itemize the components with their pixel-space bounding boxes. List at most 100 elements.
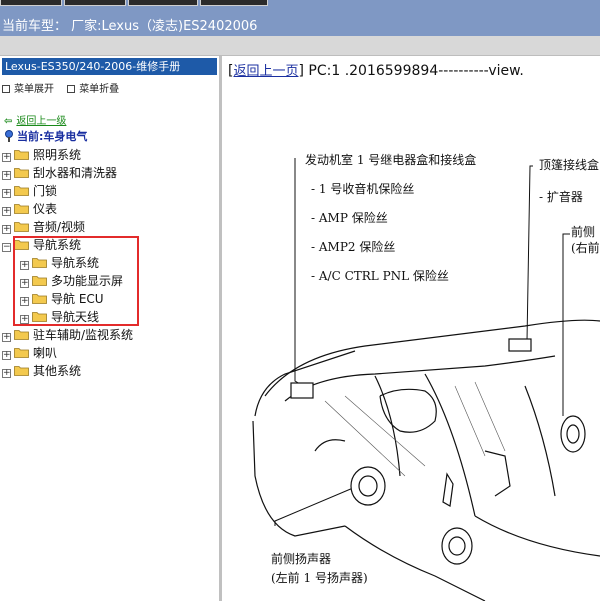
tree-item-label: 音频/视频	[33, 220, 86, 234]
tree-child-item[interactable]: + 多功能显示屏	[2, 272, 217, 290]
car-diagram	[252, 158, 600, 601]
tree-item-label: 多功能显示屏	[51, 274, 124, 288]
expand-node-icon[interactable]: +	[2, 369, 11, 378]
current-section: 当前:车身电气	[4, 128, 87, 144]
tweeter-component	[442, 472, 454, 507]
navigation-pane: Lexus-ES350/240-2006-维修手册 菜单展开 菜单折叠 ⇦ 返回上…	[0, 56, 222, 601]
expand-node-icon[interactable]: +	[2, 171, 11, 180]
current-section-label: 当前:车身电气	[17, 130, 88, 143]
leader-line	[562, 233, 570, 416]
tree-item[interactable]: + 仪表	[2, 200, 217, 218]
folder-icon	[32, 258, 47, 268]
callout-relay-box: 发动机室 1 号继电器盒和接线盒	[305, 153, 477, 167]
tree-item[interactable]: + 音频/视频	[2, 218, 217, 236]
tree-item-label: 照明系统	[33, 148, 82, 162]
tree-item[interactable]: + 其他系统	[2, 362, 217, 380]
tree-item[interactable]: − 导航系统	[2, 236, 217, 254]
callout-item: - 1 号收音机保险丝	[311, 182, 415, 196]
current-model-label: 当前车型： 厂家:Lexus（凌志)ES2402006	[2, 19, 258, 34]
tree-item-label: 导航系统	[33, 238, 82, 252]
leader-line	[294, 158, 304, 387]
tree-item-label: 其他系统	[33, 364, 82, 378]
expand-node-icon[interactable]: +	[20, 279, 29, 288]
tree-item-label: 导航 ECU	[51, 292, 104, 306]
expand-node-icon[interactable]: +	[20, 297, 29, 306]
tree-child-item[interactable]: + 导航 ECU	[2, 290, 217, 308]
leader-line	[274, 487, 354, 526]
tree-item-label: 仪表	[33, 202, 58, 216]
collapse-menu-button[interactable]: 菜单折叠	[67, 84, 119, 95]
car-sill	[474, 515, 600, 557]
folder-icon	[14, 186, 29, 196]
leader-line	[520, 165, 533, 347]
car-console	[484, 450, 511, 497]
callout-item: - A/C CTRL PNL 保险丝	[311, 269, 449, 283]
callout-roof-junction: 顶篷接线盒	[539, 158, 600, 172]
car-fender	[314, 439, 346, 452]
top-bar: 当前车型： 厂家:Lexus（凌志)ES2402006	[0, 0, 600, 36]
manual-title: Lexus-ES350/240-2006-维修手册	[2, 58, 217, 75]
callout-front-right-1: 前侧	[571, 225, 596, 239]
folder-icon	[14, 168, 29, 178]
expand-node-icon[interactable]: +	[2, 207, 11, 216]
callout-front-right-2: (右前	[571, 241, 600, 255]
expand-menu-button[interactable]: 菜单展开	[2, 84, 54, 95]
expand-icon	[2, 85, 10, 93]
tree-item-label: 驻车辅助/监视系统	[33, 328, 134, 342]
back-up-link[interactable]: 返回上一级	[16, 116, 66, 127]
folder-icon	[32, 312, 47, 322]
tree-item-label: 导航天线	[51, 310, 100, 324]
folder-icon	[14, 222, 29, 232]
folder-icon	[32, 276, 47, 286]
tree-item-label: 导航系统	[51, 256, 100, 270]
expand-node-icon[interactable]: +	[2, 189, 11, 198]
toolbar-tab[interactable]	[0, 0, 62, 6]
toolbar-tab[interactable]	[64, 0, 126, 6]
callout-item: - AMP 保险丝	[311, 211, 388, 225]
folder-icon	[14, 366, 29, 376]
folder-icon	[14, 204, 29, 214]
callout-amplifier: - 扩音器	[539, 190, 583, 204]
car-dashboard	[284, 355, 556, 402]
relay-box-component	[290, 382, 314, 399]
back-arrow-icon: ⇦	[4, 116, 13, 127]
folder-icon	[14, 240, 29, 250]
roof-junction-component	[508, 338, 532, 352]
expand-node-icon[interactable]: +	[2, 351, 11, 360]
tree-item[interactable]: + 门锁	[2, 182, 217, 200]
collapse-node-icon[interactable]: −	[2, 243, 11, 252]
expand-menu-label: 菜单展开	[14, 84, 54, 95]
callout-front-speaker: 前侧扬声器	[271, 552, 332, 566]
expand-node-icon[interactable]: +	[2, 153, 11, 162]
toolbar-tabs	[0, 0, 270, 6]
expand-node-icon[interactable]: +	[2, 333, 11, 342]
tree-child-item[interactable]: + 导航天线	[2, 308, 217, 326]
tree-item-label: 刮水器和清洗器	[33, 166, 118, 180]
expand-node-icon[interactable]: +	[20, 315, 29, 324]
menu-controls: 菜单展开 菜单折叠	[2, 80, 129, 95]
callout-front-speaker-detail: (左前 1 号扬声器)	[271, 571, 368, 585]
content-pane: [返回上一页] PC:1 .2016599894----------view.	[225, 56, 600, 601]
folder-icon	[14, 330, 29, 340]
back-up-row: ⇦ 返回上一级	[4, 112, 66, 127]
separator-bar	[0, 36, 600, 56]
collapse-menu-label: 菜单折叠	[79, 84, 120, 95]
tree-item-label: 喇叭	[33, 346, 58, 360]
location-pin-icon	[5, 130, 13, 142]
toolbar-tab[interactable]	[200, 0, 268, 6]
expand-node-icon[interactable]: +	[20, 261, 29, 270]
tree-item-label: 门锁	[33, 184, 58, 198]
car-front	[252, 420, 346, 537]
tree-item[interactable]: + 照明系统	[2, 146, 217, 164]
callout-item: - AMP2 保险丝	[311, 240, 396, 254]
folder-icon	[14, 150, 29, 160]
car-seat	[524, 385, 556, 497]
collapse-icon	[67, 85, 76, 93]
expand-node-icon[interactable]: +	[2, 225, 11, 234]
tree-item[interactable]: + 驻车辅助/监视系统	[2, 326, 217, 344]
tree-item[interactable]: + 刮水器和清洗器	[2, 164, 217, 182]
toolbar-tab[interactable]	[128, 0, 198, 6]
folder-icon	[14, 348, 29, 358]
tree-item[interactable]: + 喇叭	[2, 344, 217, 362]
tree-child-item[interactable]: + 导航系统	[2, 254, 217, 272]
